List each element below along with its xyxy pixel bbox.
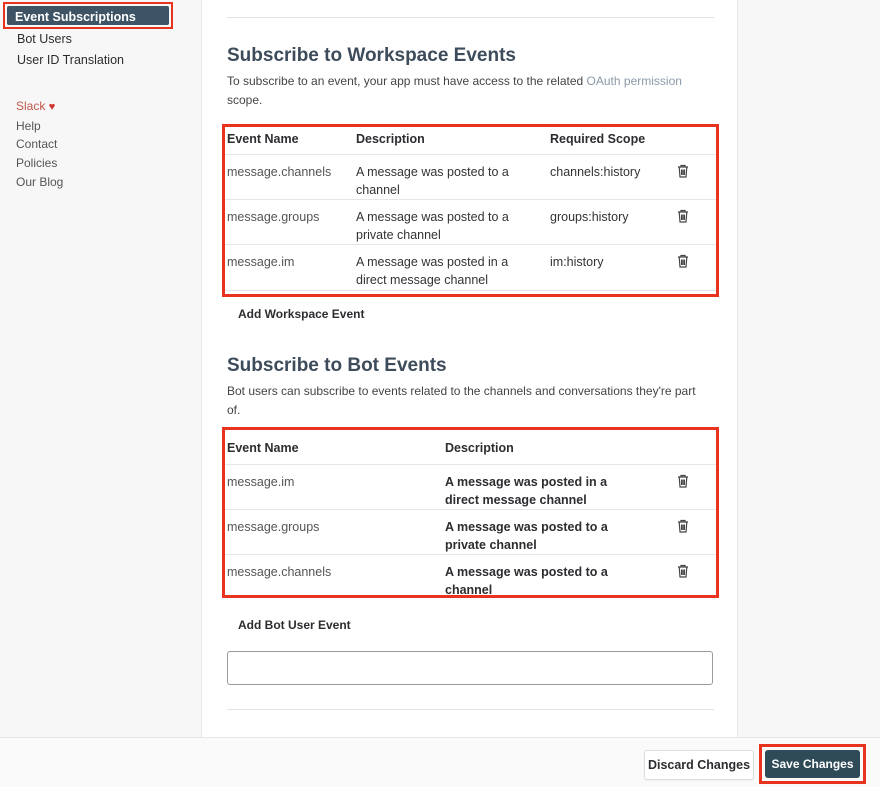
divider [227,709,714,710]
workspace-events-table: Event Name Description Required Scope me… [222,124,719,297]
add-bot-user-event-button[interactable]: Add Bot User Event [238,618,351,632]
bot-events-title: Subscribe to Bot Events [227,355,447,376]
sidebar-item-user-id-translation[interactable]: User ID Translation [17,53,124,67]
required-scope: channels:history [550,165,641,179]
heart-icon: ♥ [48,101,56,113]
event-description-line: A message was posted to a [445,520,608,534]
sidebar-item-label: Event Subscriptions [7,6,169,25]
event-description-line: direct message channel [356,273,489,287]
sidebar-item-event-subscriptions[interactable]: Event Subscriptions [3,2,173,29]
help-link[interactable]: Help [16,119,41,133]
event-name: message.im [227,255,295,269]
description-text: To subscribe to an event, your app must … [227,74,587,88]
event-description: A message was posted in a direct message … [356,253,508,289]
divider [227,17,714,18]
event-description-line: A message was posted in a [445,475,608,489]
table-row: message.im A message was posted in a dire… [225,244,716,291]
description-text-end: scope. [227,93,263,107]
event-description-line: channel [445,583,493,595]
workspace-events-title: Subscribe to Workspace Events [227,45,516,66]
event-description-line: A message was posted in a [356,255,509,269]
description-text: Bot users can subscribe to events relate… [227,384,696,398]
table-row: message.im A message was posted in a dire… [225,464,716,509]
trash-icon[interactable] [677,254,689,268]
bot-events-table: Event Name Description message.im A mess… [222,427,719,598]
save-changes-highlight: Save Changes [759,744,866,784]
required-scope: im:history [550,255,604,269]
sidebar-item-bot-users[interactable]: Bot Users [17,32,72,46]
event-description: A message was posted to a channel [445,563,608,595]
event-description: A message was posted in a direct message … [445,473,607,509]
trash-icon[interactable] [677,164,689,178]
col-header-event-name: Event Name [227,441,299,455]
event-description-line: private channel [356,228,441,242]
required-scope: groups:history [550,210,629,224]
col-header-event-name: Event Name [227,132,299,146]
discard-changes-button[interactable]: Discard Changes [644,750,754,780]
trash-icon[interactable] [677,209,689,223]
event-name: message.im [227,475,295,489]
blog-link[interactable]: Our Blog [16,175,63,189]
event-description-line: A message was posted to a [445,565,608,579]
event-name: message.groups [227,210,320,224]
event-description: A message was posted to a channel [356,163,509,199]
slack-label: Slack [16,99,46,113]
slack-link[interactable]: Slack ♥ [16,99,55,113]
event-description-line: channel [356,183,400,197]
workspace-events-description: To subscribe to an event, your app must … [227,72,707,110]
event-name: message.groups [227,520,320,534]
sidebar: Event Subscriptions Bot Users User ID Tr… [0,0,201,737]
event-description-line: A message was posted to a [356,210,509,224]
event-name: message.channels [227,165,332,179]
event-name: message.channels [227,565,332,579]
event-description-line: A message was posted to a [356,165,509,179]
contact-link[interactable]: Contact [16,137,57,151]
event-description-line: private channel [445,538,537,552]
col-header-required-scope: Required Scope [550,132,646,146]
trash-icon[interactable] [677,519,689,533]
main-panel: Subscribe to Workspace Events To subscri… [201,0,738,737]
bot-events-description: Bot users can subscribe to events relate… [227,382,707,420]
table-row: message.channels A message was posted to… [225,554,716,595]
table-row: message.groups A message was posted to a… [225,509,716,554]
table-row: message.groups A message was posted to a… [225,199,716,244]
policies-link[interactable]: Policies [16,156,57,170]
oauth-permission-link[interactable]: OAuth permission [587,74,682,88]
event-description: A message was posted to a private channel [445,518,608,554]
description-text-end: of. [227,403,241,417]
table-row: message.channels A message was posted to… [225,154,716,199]
save-changes-button[interactable]: Save Changes [765,750,860,778]
add-workspace-event-button[interactable]: Add Workspace Event [238,307,364,321]
col-header-description: Description [445,441,514,455]
trash-icon[interactable] [677,564,689,578]
trash-icon[interactable] [677,474,689,488]
footer-bar: Discard Changes Save Changes [0,737,880,787]
col-header-description: Description [356,132,425,146]
event-description-line: direct message channel [445,493,587,507]
event-description: A message was posted to a private channel [356,208,509,244]
bot-event-search-input[interactable] [227,651,713,685]
